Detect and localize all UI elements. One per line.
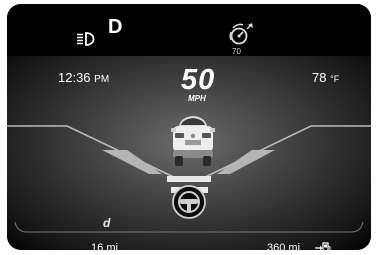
cruise-control-icon <box>229 23 253 45</box>
cruise-set-speed: 70 <box>232 47 241 56</box>
trip-distance: 16 mi <box>91 242 118 250</box>
steering-wheel-icon <box>172 185 206 219</box>
drive-mode-letter: d <box>103 216 111 230</box>
range-value: 360 <box>267 242 286 250</box>
instrument-cluster: D 70 12:36 PM 78 °F 50 MPH d 16 mi 360 m… <box>7 4 371 250</box>
range-unit: mi <box>288 242 301 250</box>
lead-vehicle-icon <box>171 116 215 166</box>
trip-value: 16 <box>91 242 104 250</box>
fuel-pump-icon <box>315 242 331 250</box>
top-indicator-bar <box>7 4 371 56</box>
gear-indicator: D <box>108 16 123 38</box>
headlight-icon <box>77 32 95 46</box>
fuel-range: 360 mi <box>267 242 300 250</box>
trip-unit: mi <box>106 242 118 250</box>
